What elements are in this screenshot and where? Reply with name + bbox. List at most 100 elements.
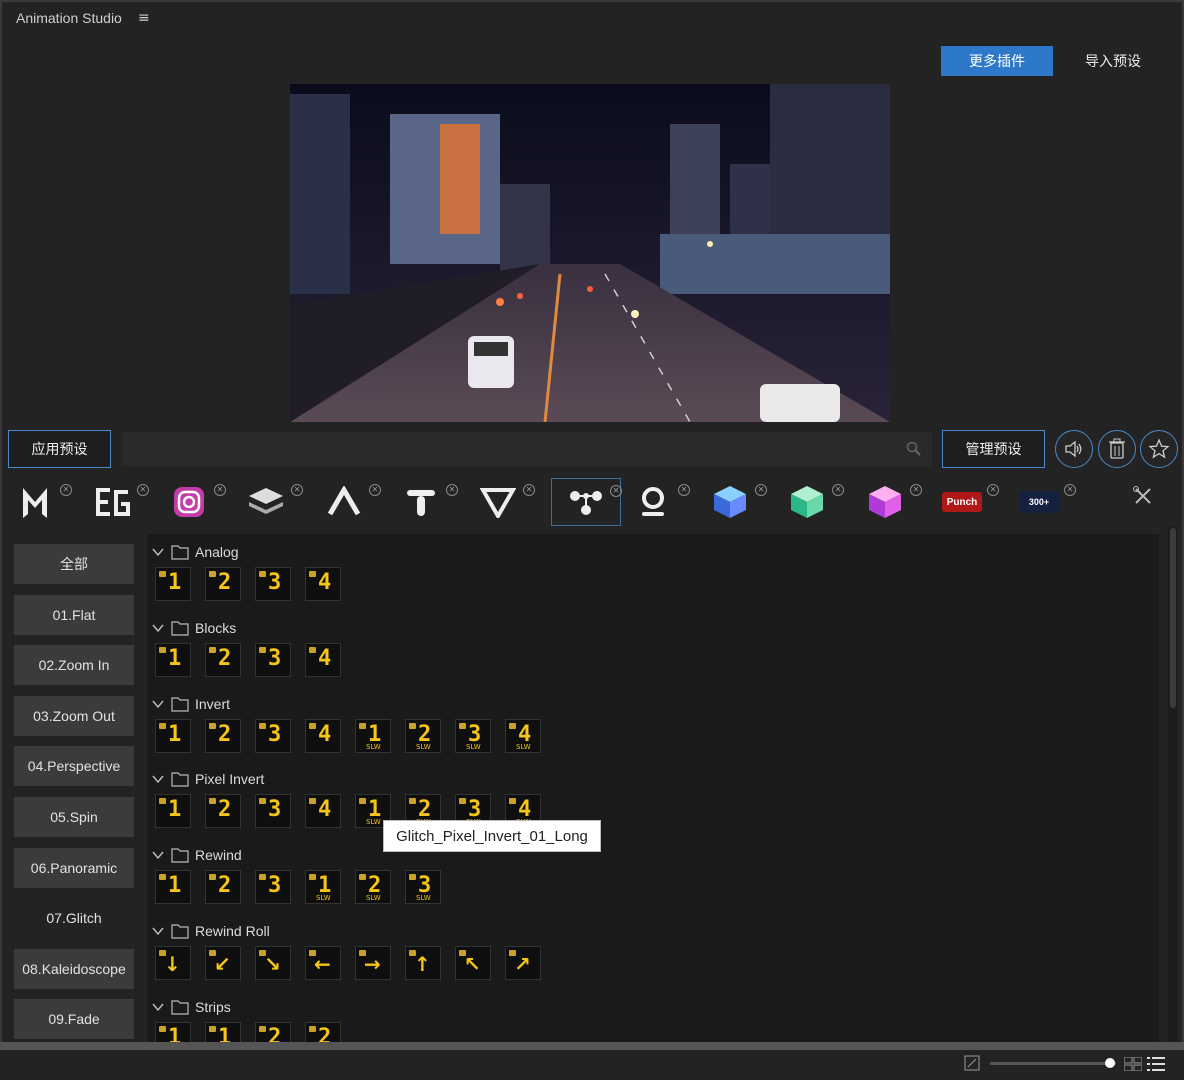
- tab-eg-logo[interactable]: ✕: [77, 478, 149, 526]
- apply-preset-button[interactable]: 应用预设: [8, 430, 111, 468]
- preset-thumbnail[interactable]: 4: [305, 718, 341, 753]
- preset-thumbnail[interactable]: 2: [205, 718, 241, 753]
- group-header[interactable]: Rewind Roll: [151, 920, 270, 942]
- tab-instagram[interactable]: ✕: [154, 478, 226, 526]
- delete-button[interactable]: [1098, 430, 1136, 468]
- search-input[interactable]: [122, 432, 932, 466]
- close-icon[interactable]: ✕: [60, 484, 72, 496]
- tab-o-logo[interactable]: ✕: [618, 478, 690, 526]
- preset-thumbnail[interactable]: ↗: [505, 946, 541, 980]
- preset-thumbnail[interactable]: 1: [155, 718, 191, 753]
- tab-layers[interactable]: ✕: [231, 478, 303, 526]
- preset-thumbnail[interactable]: 3SLW: [405, 870, 441, 905]
- tab-transitions-logo[interactable]: 300+ ✕: [1004, 478, 1076, 526]
- preset-thumbnail[interactable]: 2: [205, 794, 241, 829]
- tab-m-logo[interactable]: ✕: [0, 478, 72, 526]
- chevron-down-icon[interactable]: [151, 621, 165, 635]
- preset-thumbnail[interactable]: ↙: [205, 946, 241, 980]
- tab-a-logo[interactable]: ✕: [309, 478, 381, 526]
- preset-thumbnail[interactable]: 2: [205, 567, 241, 601]
- close-icon[interactable]: ✕: [523, 484, 535, 496]
- tab-nodes-logo[interactable]: ✕: [551, 478, 622, 526]
- category-kaleidoscope[interactable]: 08.Kaleidoscope: [14, 948, 134, 989]
- tab-punch-logo[interactable]: Punch ✕: [927, 478, 999, 526]
- preset-thumbnail[interactable]: 2: [255, 1021, 291, 1042]
- close-icon[interactable]: ✕: [755, 484, 767, 496]
- tab-v-logo[interactable]: ✕: [463, 478, 535, 526]
- preset-thumbnail[interactable]: ←: [305, 946, 341, 980]
- tools-icon[interactable]: [1132, 485, 1154, 507]
- preset-thumbnail[interactable]: ↖: [455, 946, 491, 980]
- close-icon[interactable]: ✕: [446, 484, 458, 496]
- preset-thumbnail[interactable]: 3: [255, 718, 291, 753]
- preset-thumbnail[interactable]: 2: [205, 870, 241, 905]
- preset-thumbnail[interactable]: 3: [255, 794, 291, 829]
- group-header[interactable]: Rewind: [151, 844, 242, 866]
- preset-thumbnail[interactable]: 1 SLW: [355, 718, 391, 753]
- close-icon[interactable]: ✕: [987, 484, 999, 496]
- close-icon[interactable]: ✕: [1064, 484, 1076, 496]
- category-panoramic[interactable]: 06.Panoramic: [14, 847, 134, 888]
- category-perspective[interactable]: 04.Perspective: [14, 746, 134, 787]
- tab-pink-cube[interactable]: ✕: [850, 478, 922, 526]
- preset-thumbnail[interactable]: 2: [205, 642, 241, 677]
- resize-icon[interactable]: [964, 1055, 980, 1071]
- preset-thumbnail[interactable]: 1: [155, 870, 191, 905]
- chevron-down-icon[interactable]: [151, 1000, 165, 1014]
- group-header[interactable]: Invert: [151, 693, 230, 715]
- chevron-down-icon[interactable]: [151, 545, 165, 559]
- preset-thumbnail[interactable]: 1: [155, 567, 191, 601]
- chevron-down-icon[interactable]: [151, 697, 165, 711]
- hamburger-menu-icon[interactable]: ≡: [138, 10, 150, 26]
- grid-view-icon[interactable]: [1124, 1057, 1142, 1071]
- zoom-slider-handle[interactable]: [1105, 1058, 1115, 1068]
- close-icon[interactable]: ✕: [214, 484, 226, 496]
- category-zoom-out[interactable]: 03.Zoom Out: [14, 695, 134, 736]
- preset-thumbnail[interactable]: 4: [305, 794, 341, 829]
- preset-thumbnail[interactable]: →: [355, 946, 391, 980]
- preset-thumbnail[interactable]: 3: [255, 642, 291, 677]
- tab-green-cube[interactable]: ✕: [772, 478, 844, 526]
- preset-thumbnail[interactable]: 1 SLW: [305, 870, 341, 905]
- chevron-down-icon[interactable]: [151, 772, 165, 786]
- tab-blue-cube[interactable]: ✕: [695, 478, 767, 526]
- favorite-button[interactable]: [1140, 430, 1178, 468]
- preset-thumbnail[interactable]: 1: [155, 642, 191, 677]
- search-icon[interactable]: [906, 441, 922, 457]
- import-preset-button[interactable]: 导入预设: [1070, 46, 1156, 76]
- preset-thumbnail[interactable]: 2: [305, 1021, 341, 1042]
- close-icon[interactable]: ✕: [678, 484, 690, 496]
- group-header[interactable]: Pixel Invert: [151, 768, 264, 790]
- chevron-down-icon[interactable]: [151, 848, 165, 862]
- close-icon[interactable]: ✕: [291, 484, 303, 496]
- category-flat[interactable]: 01.Flat: [14, 594, 134, 635]
- preset-thumbnail[interactable]: 4: [305, 642, 341, 677]
- more-plugins-button[interactable]: 更多插件: [941, 46, 1053, 76]
- preset-thumbnail[interactable]: 3: [255, 870, 291, 905]
- category-all[interactable]: 全部: [14, 544, 134, 584]
- close-icon[interactable]: ✕: [137, 484, 149, 496]
- preset-thumbnail[interactable]: 1: [205, 1021, 241, 1042]
- preset-thumbnail[interactable]: 2SLW: [405, 718, 441, 753]
- list-view-icon[interactable]: [1147, 1056, 1165, 1072]
- preset-thumbnail[interactable]: 1: [155, 1021, 191, 1042]
- preset-thumbnail[interactable]: 4SLW: [505, 718, 541, 753]
- tab-t-logo[interactable]: ✕: [386, 478, 458, 526]
- category-fade[interactable]: 09.Fade: [14, 999, 134, 1040]
- zoom-slider[interactable]: [990, 1062, 1116, 1065]
- group-header[interactable]: Blocks: [151, 617, 236, 639]
- preset-thumbnail[interactable]: ↑: [405, 946, 441, 980]
- preset-thumbnail[interactable]: 4: [305, 567, 341, 601]
- preset-thumbnail[interactable]: 3SLW: [455, 718, 491, 753]
- preset-thumbnail[interactable]: ↓: [155, 946, 191, 980]
- preset-thumbnail[interactable]: 3: [255, 567, 291, 601]
- preset-thumbnail[interactable]: ↘: [255, 946, 291, 980]
- preset-thumbnail[interactable]: 2SLW: [355, 870, 391, 905]
- sound-button[interactable]: [1055, 430, 1093, 468]
- close-icon[interactable]: ✕: [832, 484, 844, 496]
- manage-preset-button[interactable]: 管理预设: [942, 430, 1045, 468]
- close-icon[interactable]: ✕: [910, 484, 922, 496]
- group-header[interactable]: Strips: [151, 996, 231, 1018]
- preset-thumbnail[interactable]: 1: [155, 794, 191, 829]
- scrollbar-thumb[interactable]: [1170, 528, 1176, 708]
